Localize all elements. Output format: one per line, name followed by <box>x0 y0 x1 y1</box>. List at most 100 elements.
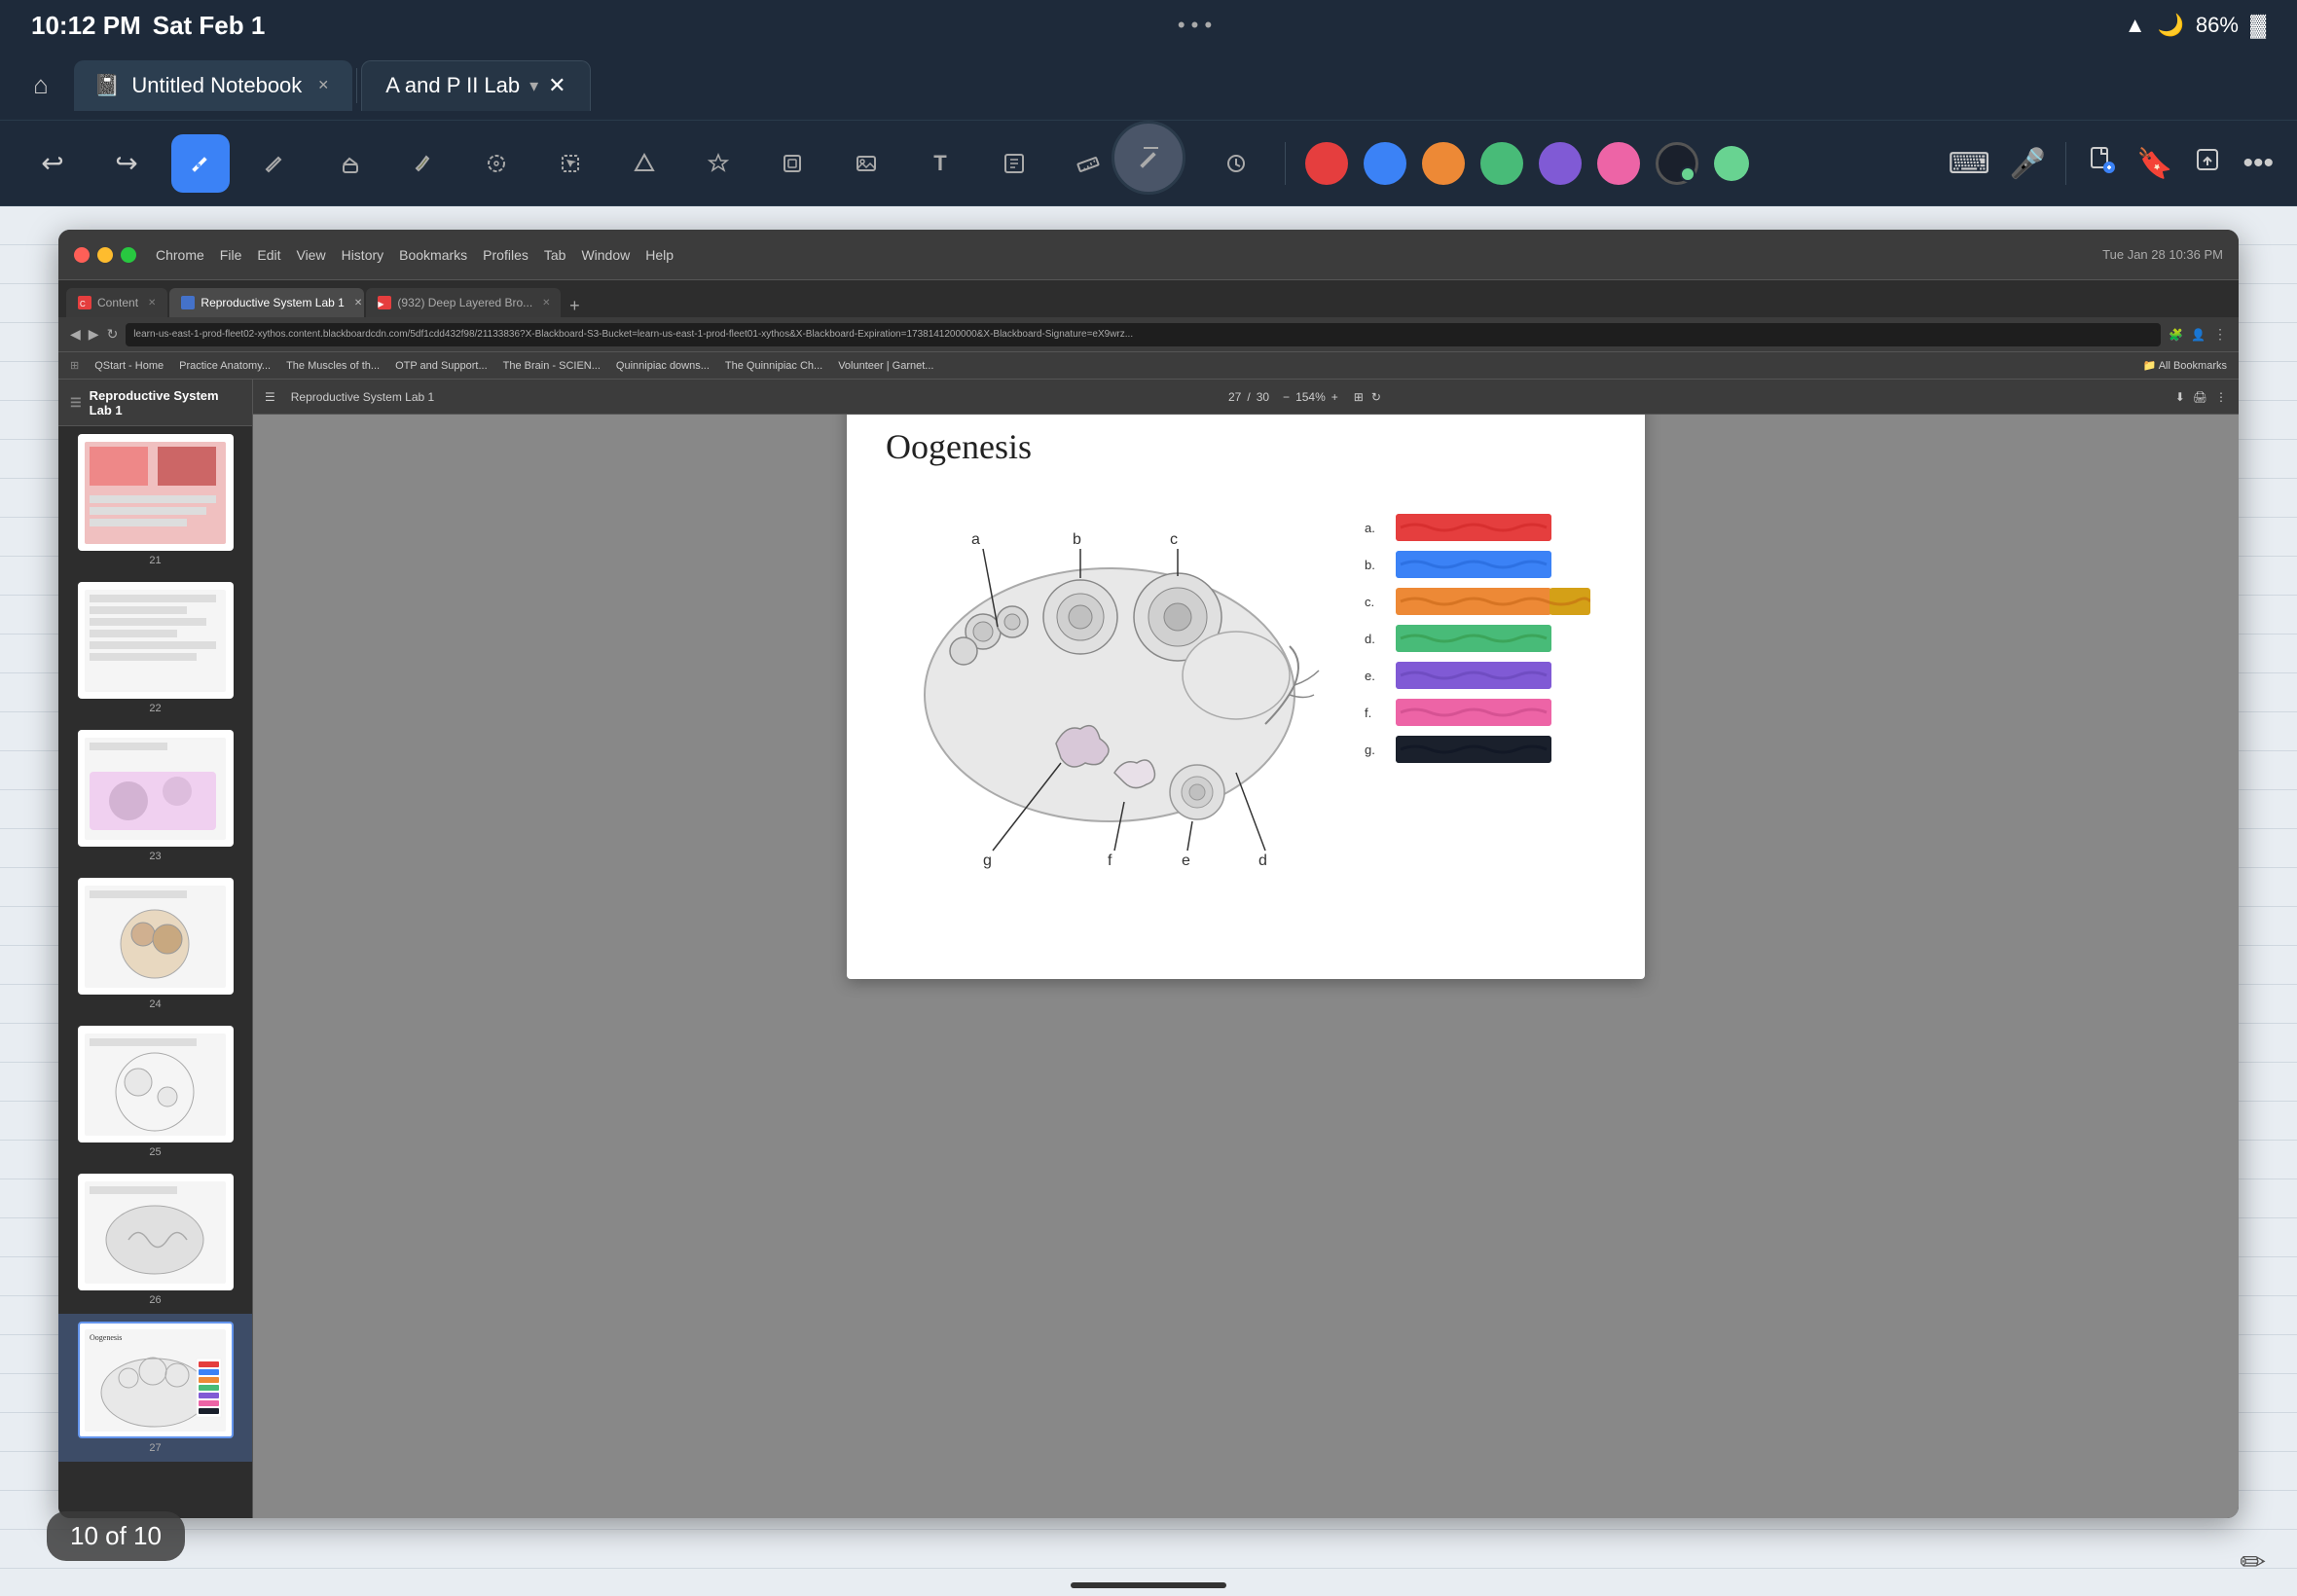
pdf-options[interactable]: ⋮ <box>2215 390 2227 404</box>
extensions-icon[interactable]: 🧩 <box>2169 328 2183 342</box>
export-button[interactable] <box>2192 144 2223 183</box>
apps-icon[interactable]: ⊞ <box>70 359 79 372</box>
legend-bar-c <box>1396 588 1590 615</box>
color-green[interactable] <box>1480 142 1523 185</box>
eraser-tool[interactable] <box>319 134 378 193</box>
browser-tab-video[interactable]: ▶ (932) Deep Layered Bro... ✕ <box>366 288 561 317</box>
text-tool[interactable]: T <box>911 134 969 193</box>
bm-muscles[interactable]: The Muscles of th... <box>286 360 380 372</box>
bm-volunteer[interactable]: Volunteer | Garnet... <box>838 360 933 372</box>
repro-tab-close[interactable]: ✕ <box>354 298 362 308</box>
tab1-close[interactable]: ✕ <box>313 76 333 95</box>
menu-chrome[interactable]: Chrome <box>156 247 204 263</box>
thumbnail-26[interactable]: 26 <box>58 1166 252 1314</box>
legend-label-f: f. <box>1365 706 1388 720</box>
bm-quinnipiac2[interactable]: The Quinnipiac Ch... <box>725 360 822 372</box>
color-lime-accent[interactable] <box>1714 146 1749 181</box>
center-pen-button[interactable] <box>1112 121 1185 195</box>
history-tool[interactable] <box>1207 134 1265 193</box>
menu-help[interactable]: Help <box>645 247 674 263</box>
new-tab-button[interactable]: + <box>563 294 586 317</box>
color-red[interactable] <box>1305 142 1348 185</box>
add-document-button[interactable] <box>2086 144 2117 183</box>
reload-button[interactable]: ↻ <box>107 326 119 343</box>
bm-brain[interactable]: The Brain - SCIEN... <box>503 360 601 372</box>
thumbnail-25[interactable]: 25 <box>58 1018 252 1166</box>
bm-qstart[interactable]: QStart - Home <box>94 360 164 372</box>
video-tab-close[interactable]: ✕ <box>542 298 550 308</box>
video-tab-label: (932) Deep Layered Bro... <box>397 296 532 309</box>
frame-tool[interactable] <box>763 134 821 193</box>
star-tool[interactable] <box>689 134 747 193</box>
date-display: Sat Feb 1 <box>153 11 266 41</box>
close-window-button[interactable] <box>74 247 90 263</box>
content-tab-close[interactable]: ✕ <box>148 298 156 308</box>
undo-button[interactable]: ↩ <box>23 134 82 193</box>
menu-profiles[interactable]: Profiles <box>483 247 529 263</box>
browser-tab-content[interactable]: C Content ✕ <box>66 288 167 317</box>
pdf-zoom-out[interactable]: − <box>1283 390 1290 404</box>
color-pink[interactable] <box>1597 142 1640 185</box>
pen-tool[interactable] <box>171 134 230 193</box>
back-button[interactable]: ◀ <box>70 326 81 343</box>
minimize-window-button[interactable] <box>97 247 113 263</box>
legend-row-d: d. <box>1365 625 1606 652</box>
tab-a-and-p-lab[interactable]: A and P II Lab ▾ ✕ <box>361 60 590 111</box>
pdf-hamburger[interactable]: ☰ <box>265 390 275 404</box>
menu-bookmarks[interactable]: Bookmarks <box>399 247 467 263</box>
pdf-rotate[interactable]: ↻ <box>1371 390 1381 404</box>
browser-more[interactable]: ⋮ <box>2213 326 2227 343</box>
pdf-page-num: 27 <box>1228 390 1241 404</box>
bookmark-button[interactable]: 🔖 <box>2136 147 2172 181</box>
forward-button[interactable]: ▶ <box>89 326 99 343</box>
tab2-close[interactable]: ✕ <box>548 73 565 98</box>
bm-quinnipiac[interactable]: Quinnipiac downs... <box>616 360 710 372</box>
menu-tab[interactable]: Tab <box>544 247 566 263</box>
menu-edit[interactable]: Edit <box>257 247 280 263</box>
fullscreen-window-button[interactable] <box>121 247 136 263</box>
pdf-download[interactable]: ⬇ <box>2175 390 2185 404</box>
redo-button[interactable]: ↪ <box>97 134 156 193</box>
pdf-zoom-in[interactable]: + <box>1331 390 1338 404</box>
menu-file[interactable]: File <box>220 247 242 263</box>
color-blue[interactable] <box>1364 142 1406 185</box>
bm-otp[interactable]: OTP and Support... <box>395 360 488 372</box>
color-orange[interactable] <box>1422 142 1465 185</box>
bm-practice[interactable]: Practice Anatomy... <box>179 360 271 372</box>
more-options-button[interactable]: ••• <box>2242 147 2274 180</box>
thumbnail-27[interactable]: Oogenesis 27 <box>58 1314 252 1462</box>
pdf-menu-icon[interactable]: ☰ <box>70 395 82 411</box>
image-tool[interactable] <box>837 134 895 193</box>
menu-window[interactable]: Window <box>581 247 630 263</box>
keyboard-button[interactable]: ⌨ <box>1948 147 1989 181</box>
color-black[interactable] <box>1656 142 1698 185</box>
color-purple[interactable] <box>1539 142 1582 185</box>
menu-view[interactable]: View <box>296 247 325 263</box>
highlighter-tool[interactable] <box>393 134 452 193</box>
ocr-tool[interactable] <box>985 134 1043 193</box>
thumbnail-24[interactable]: 24 <box>58 870 252 1018</box>
ruler-tool[interactable] <box>1059 134 1117 193</box>
pdf-print[interactable]: 🖨 <box>2193 390 2207 404</box>
thumbnail-23[interactable]: 23 <box>58 722 252 870</box>
browser-tab-repro[interactable]: Reproductive System Lab 1 ✕ <box>169 288 364 317</box>
microphone-button[interactable]: 🎤 <box>2010 147 2046 181</box>
thumb-num-21: 21 <box>149 555 161 566</box>
shape-tool[interactable] <box>615 134 674 193</box>
pdf-view-toggle[interactable]: ⊞ <box>1354 390 1364 404</box>
address-bar[interactable]: learn-us-east-1-prod-fleet02-xythos.cont… <box>126 323 2161 346</box>
oogenesis-diagram: a b c g f e d <box>886 490 1333 860</box>
pencil-tool[interactable] <box>245 134 304 193</box>
tab2-label: A and P II Lab <box>385 73 520 98</box>
thumbnail-22[interactable]: 22 <box>58 574 252 722</box>
bm-all[interactable]: 📁 All Bookmarks <box>2143 359 2227 372</box>
select-tool[interactable] <box>541 134 600 193</box>
menu-history[interactable]: History <box>342 247 384 263</box>
profile-icon[interactable]: 👤 <box>2191 328 2206 342</box>
pdf-title-bar: ☰ Reproductive System Lab 1 <box>58 380 252 426</box>
tab2-dropdown[interactable]: ▾ <box>529 76 538 96</box>
home-button[interactable]: ⌂ <box>16 60 66 111</box>
thumbnail-21[interactable]: 21 <box>58 426 252 574</box>
lasso-tool[interactable] <box>467 134 526 193</box>
tab-untitled-notebook[interactable]: 📓 Untitled Notebook ✕ <box>74 60 352 111</box>
